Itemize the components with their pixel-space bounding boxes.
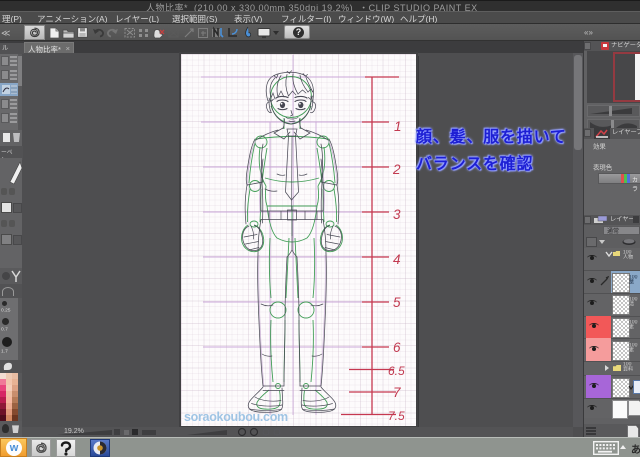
svg-text:7.5: 7.5: [388, 409, 405, 423]
svg-text:6: 6: [393, 340, 401, 355]
svg-text:3: 3: [393, 207, 401, 222]
svg-text:7: 7: [393, 385, 401, 400]
svg-text:1: 1: [394, 119, 402, 134]
svg-text:2: 2: [392, 162, 401, 177]
svg-text:4: 4: [393, 252, 401, 267]
svg-text:6.5: 6.5: [388, 364, 405, 378]
svg-text:5: 5: [393, 295, 401, 310]
